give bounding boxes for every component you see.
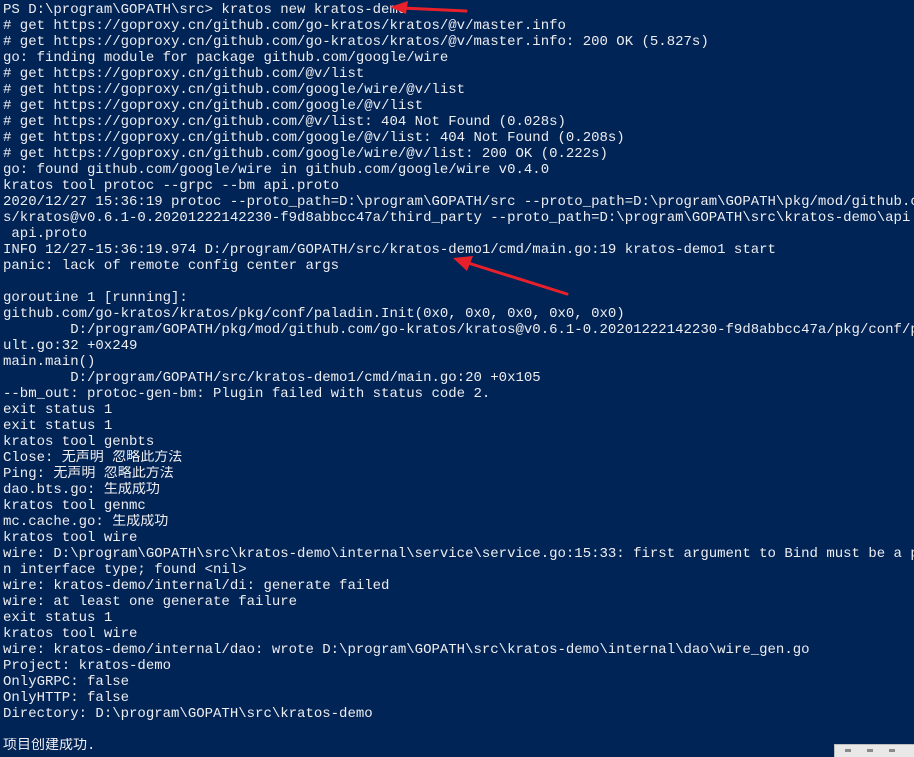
console-line: github.com/go-kratos/kratos/pkg/conf/pal…	[3, 306, 625, 322]
console-line: kratos tool protoc --grpc --bm api.proto	[3, 178, 340, 194]
console-line: D:/program/GOPATH/pkg/mod/github.com/go-…	[3, 322, 914, 338]
console-line: OnlyHTTP: false	[3, 690, 130, 706]
console-line: kratos tool wire	[3, 530, 138, 546]
console-line: dao.bts.go: 生成成功	[3, 482, 160, 498]
prompt-line: PS D:\program\GOPATH\src> kratos new kra…	[3, 2, 407, 18]
console-line: # get https://goproxy.cn/github.com/goog…	[3, 82, 466, 98]
console-line: # get https://goproxy.cn/github.com/go-k…	[3, 18, 566, 34]
console-line: wire: D:\program\GOPATH\src\kratos-demo\…	[3, 546, 914, 562]
console-line: # get https://goproxy.cn/github.com/goog…	[3, 98, 424, 114]
console-line: goroutine 1 [running]:	[3, 290, 188, 306]
console-line: exit status 1	[3, 610, 113, 626]
ime-button-icon[interactable]	[867, 749, 873, 752]
console-line: 2020/12/27 15:36:19 protoc --proto_path=…	[3, 194, 914, 210]
console-line: exit status 1	[3, 418, 113, 434]
console-line: # get https://goproxy.cn/github.com/go-k…	[3, 34, 709, 50]
console-line: # get https://goproxy.cn/github.com/@v/l…	[3, 114, 566, 130]
console-line: wire: at least one generate failure	[3, 594, 298, 610]
console-line: INFO 12/27-15:36:19.974 D:/program/GOPAT…	[3, 242, 776, 258]
console-line: Project: kratos-demo	[3, 658, 172, 674]
console-line: Directory: D:\program\GOPATH\src\kratos-…	[3, 706, 373, 722]
console-line: main.main()	[3, 354, 96, 370]
ime-toolbar[interactable]	[834, 744, 914, 757]
console-line: 项目创建成功.	[3, 738, 96, 754]
console-line: api.proto	[3, 226, 88, 242]
terminal-window[interactable]: PS D:\program\GOPATH\src> kratos new kra…	[0, 0, 914, 757]
console-line: D:/program/GOPATH/src/kratos-demo1/cmd/m…	[3, 370, 541, 386]
console-line: kratos tool wire	[3, 626, 138, 642]
console-line: kratos tool genmc	[3, 498, 146, 514]
console-line: # get https://goproxy.cn/github.com/goog…	[3, 130, 625, 146]
console-line: wire: kratos-demo/internal/di: generate …	[3, 578, 390, 594]
console-line: --bm_out: protoc-gen-bm: Plugin failed w…	[3, 386, 491, 402]
ime-button-icon[interactable]	[845, 749, 851, 752]
console-line: go: found github.com/google/wire in gith…	[3, 162, 550, 178]
console-line: OnlyGRPC: false	[3, 674, 130, 690]
console-line: kratos tool genbts	[3, 434, 155, 450]
console-line: panic: lack of remote config center args	[3, 258, 340, 274]
console-line: go: finding module for package github.co…	[3, 50, 449, 66]
console-line: # get https://goproxy.cn/github.com/goog…	[3, 146, 608, 162]
console-line: Ping: 无声明 忽略此方法	[3, 466, 174, 482]
console-line: # get https://goproxy.cn/github.com/@v/l…	[3, 66, 365, 82]
console-line: wire: kratos-demo/internal/dao: wrote D:…	[3, 642, 810, 658]
console-output: PS D:\program\GOPATH\src> kratos new kra…	[3, 2, 914, 754]
console-line: ult.go:32 +0x249	[3, 338, 138, 354]
console-line: n interface type; found <nil>	[3, 562, 247, 578]
console-line: s/kratos@v0.6.1-0.20201222142230-f9d8abb…	[3, 210, 914, 226]
ime-button-icon[interactable]	[889, 749, 895, 752]
console-line: mc.cache.go: 生成成功	[3, 514, 169, 530]
console-line: exit status 1	[3, 402, 113, 418]
console-line: Close: 无声明 忽略此方法	[3, 450, 183, 466]
